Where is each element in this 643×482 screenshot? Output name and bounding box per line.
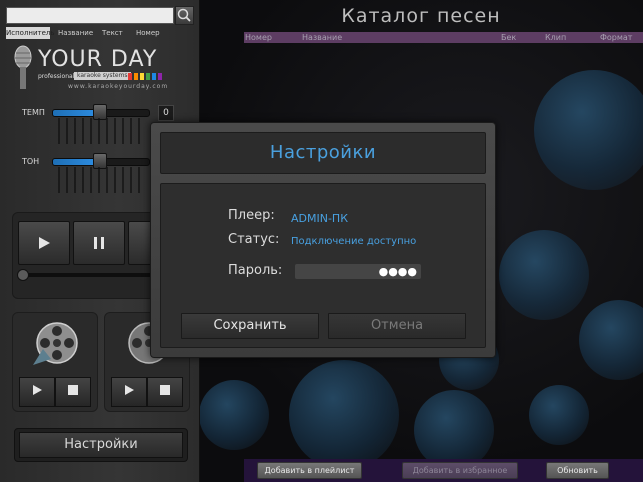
password-label: Пароль:: [228, 263, 283, 278]
settings-dialog: Настройки Плеер: ADMIN-ПК Статус: Подклю…: [150, 122, 496, 358]
bokeh-decoration: [289, 360, 399, 470]
add-to-favorites-button[interactable]: Добавить в избранное: [402, 462, 518, 479]
microphone-icon: [14, 45, 32, 89]
tempo-scale: [58, 118, 146, 144]
pause-icon: [94, 237, 104, 249]
bokeh-decoration: [529, 385, 589, 445]
save-button[interactable]: Сохранить: [181, 313, 319, 339]
logo-url: www.karaokeyourday.com: [68, 83, 169, 90]
settings-button[interactable]: Настройки: [19, 432, 183, 458]
search-button[interactable]: [175, 6, 194, 25]
player-label: Плеер:: [228, 208, 275, 223]
search-input[interactable]: [6, 7, 174, 24]
playback-progress-handle[interactable]: [17, 269, 29, 281]
bokeh-decoration: [414, 390, 494, 470]
play-icon: [125, 385, 134, 395]
status-value: Подключение доступно: [291, 236, 417, 247]
column-backing[interactable]: Бек: [501, 32, 516, 43]
play-icon: [39, 237, 50, 249]
password-field[interactable]: ●●●●: [295, 264, 421, 279]
audio-stop-button[interactable]: [147, 377, 183, 407]
audio-play-button[interactable]: [111, 377, 147, 407]
search-filter-tabs: Исполнитель Название Текст Номер: [6, 27, 195, 39]
filter-artist[interactable]: Исполнитель: [6, 27, 55, 39]
dialog-body: Плеер: ADMIN-ПК Статус: Подключение дост…: [160, 183, 486, 348]
bokeh-decoration: [579, 300, 643, 380]
stop-button[interactable]: [128, 221, 152, 265]
settings-panel: Настройки: [14, 428, 188, 462]
play-button[interactable]: [18, 221, 70, 265]
column-format[interactable]: Формат: [600, 32, 632, 43]
status-label: Статус:: [228, 232, 280, 247]
logo-name: YOUR DAY: [38, 47, 158, 72]
brand-logo: YOUR DAY professional karaoke systems ww…: [8, 45, 193, 95]
add-to-playlist-button[interactable]: Добавить в плейлист: [257, 462, 362, 479]
tempo-label: ТЕМП: [22, 108, 45, 117]
video-player-card: [12, 312, 98, 412]
catalog-title: Каталог песен: [341, 5, 501, 27]
stop-icon: [160, 385, 170, 395]
tone-scale: [58, 167, 146, 193]
playback-progress[interactable]: [21, 273, 161, 277]
logo-tagline: professional: [38, 73, 75, 80]
bokeh-decoration: [199, 380, 269, 450]
stop-icon: [68, 385, 78, 395]
filter-title[interactable]: Название: [58, 27, 93, 39]
equalizer-icon: [128, 73, 162, 80]
dialog-header: Настройки: [160, 132, 486, 174]
bokeh-decoration: [534, 70, 643, 190]
search-icon: [177, 8, 191, 22]
catalog-action-bar: Добавить в плейлист Добавить в избранное…: [244, 459, 643, 482]
logo-badge: karaoke systems: [74, 72, 131, 80]
refresh-button[interactable]: Обновить: [546, 462, 609, 479]
column-number[interactable]: Номер: [245, 32, 272, 43]
film-reel-icon: [33, 322, 78, 365]
column-clip[interactable]: Клип: [545, 32, 566, 43]
cancel-button[interactable]: Отмена: [328, 313, 466, 339]
bokeh-decoration: [499, 230, 589, 320]
catalog-column-header: Номер Название Бек Клип Формат: [244, 32, 643, 43]
dialog-title: Настройки: [269, 142, 377, 163]
player-value: ADMIN-ПК: [291, 212, 349, 225]
app-window: Каталог песен Номер Название Бек Клип Фо…: [0, 0, 643, 482]
pause-button[interactable]: [73, 221, 125, 265]
tone-label: ТОН: [22, 157, 40, 166]
play-icon: [33, 385, 42, 395]
video-stop-button[interactable]: [55, 377, 91, 407]
column-title[interactable]: Название: [302, 32, 342, 43]
filter-lyrics[interactable]: Текст: [102, 27, 123, 39]
video-play-button[interactable]: [19, 377, 55, 407]
tempo-value: 0: [158, 105, 174, 121]
filter-number[interactable]: Номер: [136, 27, 160, 39]
